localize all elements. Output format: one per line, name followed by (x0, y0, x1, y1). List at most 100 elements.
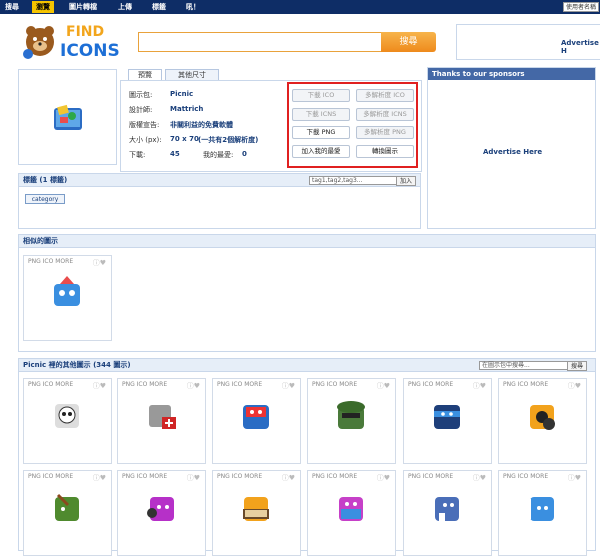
license-value: 非關利益的免費軟體 (170, 121, 233, 129)
similar-icons-panel: 相似的圖示 PNG ICO MORE ⓘ♥ (18, 234, 596, 352)
add-favorite-button[interactable]: 加入我的最愛 (292, 145, 350, 158)
download-png-button[interactable]: 下載 PNG (292, 126, 350, 139)
multi-res-ico-button[interactable]: 多解析度 ICO (356, 89, 414, 102)
downloads-value: 45 (170, 150, 180, 158)
license-label: 版權宣告: (129, 121, 160, 129)
svg-text:ICONS: ICONS (60, 41, 120, 61)
info-heart-icons[interactable]: ⓘ♥ (568, 381, 581, 391)
nav-upload[interactable]: 上傳 (118, 2, 132, 12)
info-heart-icons[interactable]: ⓘ♥ (473, 473, 486, 483)
icon-card[interactable]: PNG ICO MORE ⓘ♥ (307, 378, 396, 464)
info-heart-icons[interactable]: ⓘ♥ (187, 381, 200, 391)
icon-card[interactable]: PNG ICO MORE ⓘ♥ (117, 378, 206, 464)
card-links[interactable]: PNG ICO MORE (28, 381, 73, 388)
multi-res-png-button[interactable]: 多解析度 PNG (356, 126, 414, 139)
zombie-icon (55, 493, 79, 521)
icon-card[interactable]: PNG ICO MORE ⓘ♥ (212, 378, 301, 464)
download-icns-button[interactable]: 下載 ICNS (292, 108, 350, 121)
card-links[interactable]: PNG ICO MORE (122, 381, 167, 388)
info-heart-icons[interactable]: ⓘ♥ (282, 473, 295, 483)
search-button[interactable]: 搜尋 (381, 32, 436, 52)
card-links[interactable]: PNG ICO MORE (408, 473, 453, 480)
info-heart-icons[interactable]: ⓘ♥ (473, 381, 486, 391)
nav-tags[interactable]: 標籤 (152, 2, 166, 12)
size-value: 70 x 70 (170, 135, 199, 143)
multi-res-icns-button[interactable]: 多解析度 ICNS (356, 108, 414, 121)
info-heart-icons[interactable]: ⓘ♥ (93, 258, 106, 268)
icon-preview-box (18, 69, 117, 165)
icon-card[interactable]: PNG ICO MORE ⓘ♥ (117, 470, 206, 556)
tags-panel: 標籤 (1 標籤) tag1,tag2,tag3... 加入 category (18, 173, 421, 229)
convert-icon-button[interactable]: 轉換圖示 (356, 145, 414, 158)
sponsor-panel: Thanks to our sponsors Advertise Here (427, 67, 596, 229)
red-robot-icon (243, 405, 269, 429)
icon-card[interactable]: PNG ICO MORE ⓘ♥ (403, 378, 492, 464)
svg-text:FIND: FIND (66, 24, 104, 40)
download-ico-button[interactable]: 下載 ICO (292, 89, 350, 102)
username-field[interactable]: 使用者名稱 (563, 2, 599, 12)
favorites-label: 我的最愛: (203, 151, 234, 159)
site-logo[interactable]: FIND ICONS (20, 20, 125, 62)
info-heart-icons[interactable]: ⓘ♥ (377, 381, 390, 391)
nav-search[interactable]: 搜尋 (5, 2, 19, 12)
tag-input[interactable]: tag1,tag2,tag3... (309, 176, 408, 185)
sponsor-ad[interactable]: Advertise Here (483, 148, 542, 156)
robot-picnic-icon (54, 276, 80, 306)
ninja-icon (434, 405, 460, 429)
icon-card[interactable]: PNG ICO MORE ⓘ♥ (307, 470, 396, 556)
info-heart-icons[interactable]: ⓘ♥ (93, 473, 106, 483)
icon-card[interactable]: PNG ICO MORE ⓘ♥ (498, 378, 587, 464)
search-input[interactable] (138, 32, 382, 52)
nav-convert[interactable]: 圖片轉檔 (69, 2, 97, 12)
card-links[interactable]: PNG ICO MORE (28, 258, 73, 265)
icon-card[interactable]: PNG ICO MORE ⓘ♥ (212, 470, 301, 556)
card-links[interactable]: PNG ICO MORE (217, 473, 262, 480)
icon-card[interactable]: PNG ICO MORE ⓘ♥ (23, 378, 112, 464)
designer-label: 設計師: (129, 106, 153, 114)
top-advertisement[interactable]: Advertise H (456, 24, 600, 60)
icon-card[interactable]: PNG ICO MORE ⓘ♥ (23, 470, 112, 556)
ad-text: Advertise H (561, 39, 599, 55)
info-heart-icons[interactable]: ⓘ♥ (282, 381, 295, 391)
category-tag[interactable]: category (25, 194, 65, 204)
info-heart-icons[interactable]: ⓘ♥ (187, 473, 200, 483)
card-links[interactable]: PNG ICO MORE (28, 473, 73, 480)
favorites-value: 0 (242, 150, 247, 158)
pack-other-icons-panel: Picnic 裡的其他圖示 (344 圖示) 在圖示包中搜尋... 搜尋 PNG… (18, 358, 596, 556)
designer-link[interactable]: Mattrich (170, 105, 203, 113)
card-links[interactable]: PNG ICO MORE (312, 473, 357, 480)
similar-title: 相似的圖示 (19, 235, 595, 248)
info-heart-icons[interactable]: ⓘ♥ (568, 473, 581, 483)
card-links[interactable]: PNG ICO MORE (217, 381, 262, 388)
icon-card[interactable]: PNG ICO MORE ⓘ♥ (498, 470, 587, 556)
soldier-icon (337, 401, 365, 429)
downloads-label: 下載: (129, 151, 146, 159)
nav-roar[interactable]: 吼！ (186, 2, 200, 12)
card-links[interactable]: PNG ICO MORE (503, 473, 548, 480)
first-aid-icon (149, 405, 176, 429)
facebook-robot-icon (435, 497, 459, 521)
download-buttons-highlight: 下載 ICO 多解析度 ICO 下載 ICNS 多解析度 ICNS 下載 PNG… (287, 82, 418, 168)
info-heart-icons[interactable]: ⓘ♥ (93, 381, 106, 391)
card-links[interactable]: PNG ICO MORE (312, 381, 357, 388)
size-label: 大小 (px): (129, 136, 162, 144)
purple-robot-icon (147, 497, 174, 521)
card-links[interactable]: PNG ICO MORE (122, 473, 167, 480)
icon-card[interactable]: PNG ICO MORE ⓘ♥ (403, 470, 492, 556)
card-links[interactable]: PNG ICO MORE (408, 381, 453, 388)
info-heart-icons[interactable]: ⓘ♥ (377, 473, 390, 483)
pack-link[interactable]: Picnic (170, 90, 193, 98)
top-navigation-bar: 搜尋 瀏覽 圖片轉檔 上傳 標籤 吼！ 使用者名稱 (0, 0, 600, 14)
icon-card[interactable]: PNG ICO MORE ⓘ♥ (23, 255, 112, 341)
headphones-icon (530, 405, 555, 430)
pack-label: 圖示包: (129, 91, 153, 99)
tv-robot-icon (339, 497, 363, 521)
card-links[interactable]: PNG ICO MORE (503, 381, 548, 388)
picnic-photo-icon (54, 104, 82, 130)
nav-browse[interactable]: 瀏覽 (32, 1, 54, 13)
size-resolutions-link[interactable]: (一共有2個解析度) (198, 135, 258, 145)
book-icon (243, 497, 269, 521)
add-tag-button[interactable]: 加入 (396, 176, 416, 186)
pack-search-button[interactable]: 搜尋 (567, 361, 587, 371)
sponsor-title: Thanks to our sponsors (428, 68, 595, 80)
